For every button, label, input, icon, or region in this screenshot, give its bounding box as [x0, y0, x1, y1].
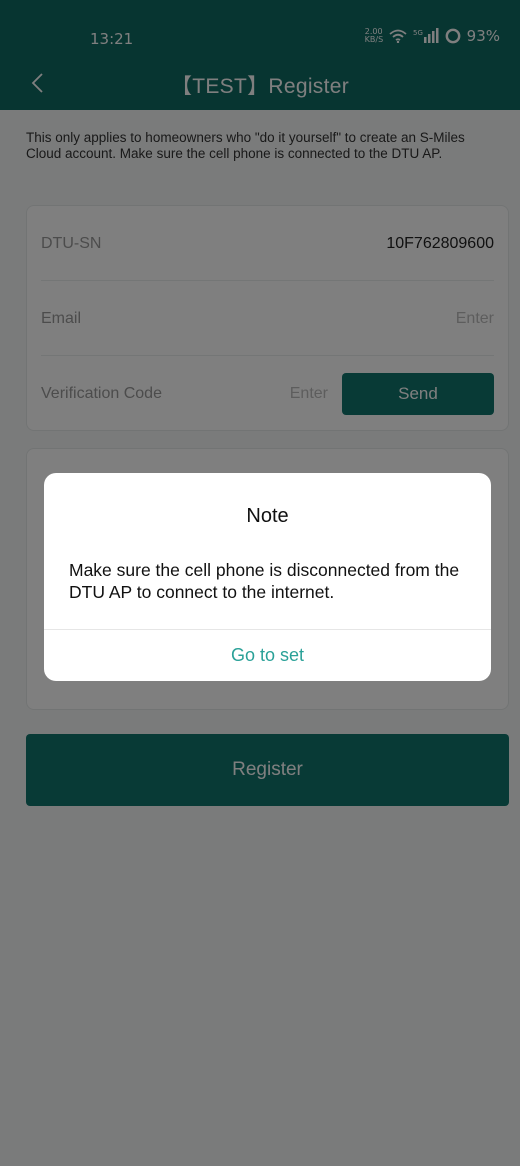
dialog-title: Note [246, 505, 289, 527]
note-dialog: Note Make sure the cell phone is disconn… [44, 473, 491, 681]
dialog-message: Make sure the cell phone is disconnected… [69, 560, 460, 602]
register-screen: 13:21 2.00 KB/S 5G [0, 0, 520, 1166]
go-to-set-button[interactable]: Go to set [44, 630, 491, 681]
